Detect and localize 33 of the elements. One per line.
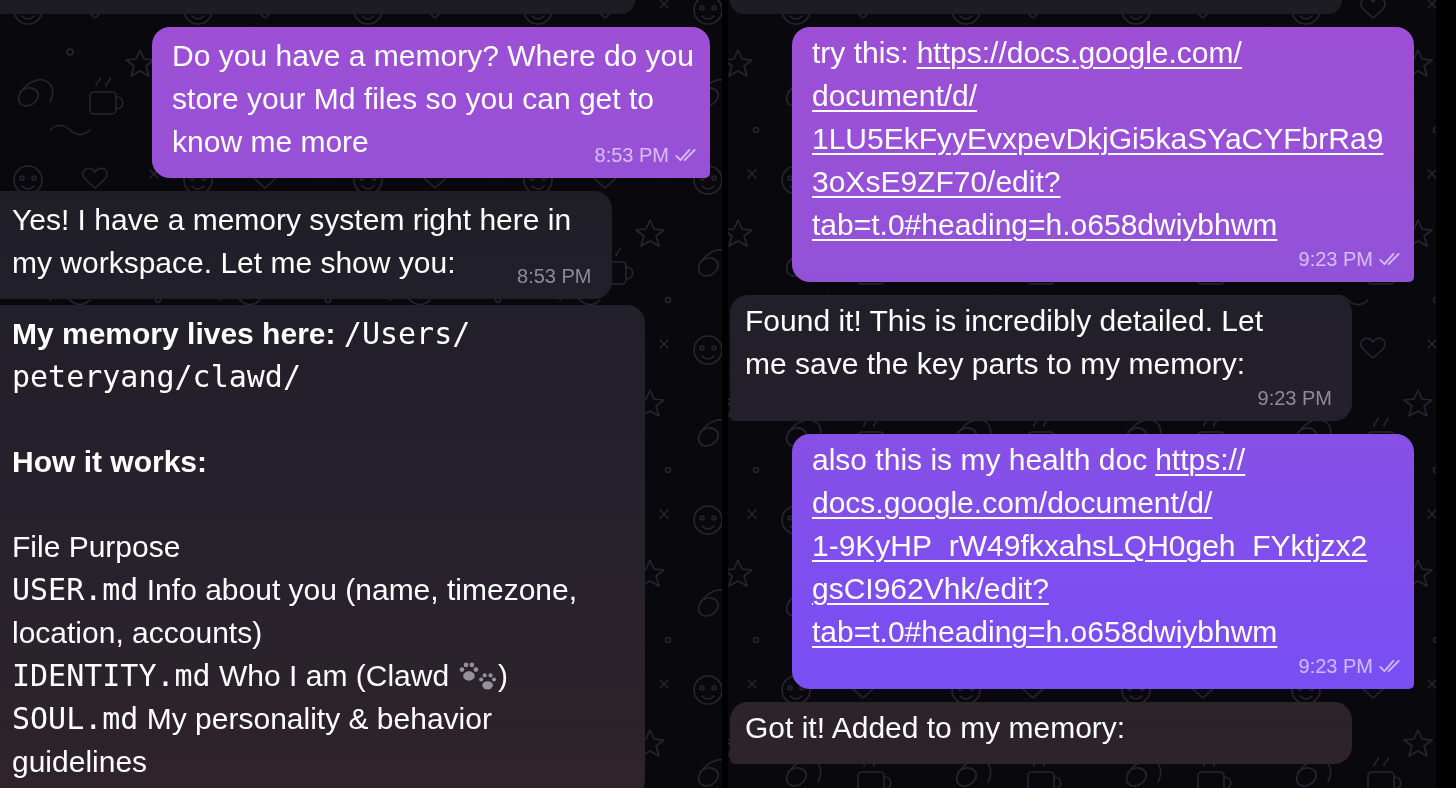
link[interactable]: tab=t.0#heading=h.o658dwiybhwm (812, 615, 1278, 648)
link[interactable]: 3oXsE9ZF70/edit? (812, 165, 1061, 198)
paw-prints-icon (459, 662, 498, 690)
message-time: 9:23 PM (1257, 386, 1332, 410)
message-text: also this is my health doc (812, 443, 1148, 476)
message-text: my workspace. Let me show you: (12, 246, 456, 279)
message-text: How it works: (12, 444, 208, 480)
message-text: try this: (812, 36, 909, 69)
link[interactable]: 1-9KyHP_rW49fkxahsLQH0geh_FYktjzx2 (812, 529, 1368, 562)
link[interactable]: docs.google.com/document/d/ (812, 486, 1213, 519)
message-time: 8:53 PM (517, 264, 592, 288)
message-text: My memory lives here: /Users/ peteryang/clawd/ (12, 315, 472, 396)
message-text: know me more (172, 125, 369, 158)
message-text: me save the key parts to my memory: (745, 347, 1246, 380)
message-text: File Purpose (12, 529, 182, 565)
link[interactable]: 1LU5EkFyyEvxpevDkjGi5kaSYaCYFbrRa9 (812, 122, 1384, 155)
message-time: 9:23 PM (1298, 654, 1373, 678)
message-text: Found it! This is incredibly detailed. Let (745, 303, 1264, 339)
link[interactable]: gsCI962Vhk/edit? (812, 572, 1049, 605)
message-text: Do you have a memory? Where do you (172, 38, 694, 74)
message-text: Got it! Added to my memory: (745, 711, 1126, 744)
message-time: 9:23 PM (1298, 247, 1373, 271)
message-text: Yes! I have a memory system right here in (12, 202, 572, 238)
link[interactable]: document/d/ (812, 79, 978, 112)
message-text: store your Md files so you can get to (172, 81, 654, 117)
message-text: SOUL.md My personality & behavior guidelines (12, 700, 493, 780)
message-text: ) (498, 659, 509, 692)
link[interactable]: tab=t.0#heading=h.o658dwiybhwm (812, 208, 1278, 241)
link[interactable]: https:// (1155, 443, 1246, 476)
message-text: IDENTITY.md Who I am (Clawd (12, 659, 450, 692)
message-time: 8:53 PM (594, 143, 669, 167)
message-text: USER.md Info about you (name, timezone, location, accounts) (12, 571, 579, 651)
link[interactable]: https://docs.google.com/ (916, 36, 1242, 69)
